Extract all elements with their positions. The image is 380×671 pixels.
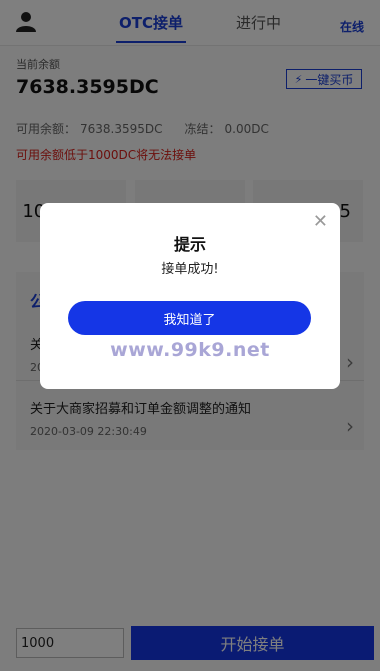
success-dialog: ✕ 提示 接单成功! 我知道了 www.99k9.net [40, 203, 340, 389]
watermark: www.99k9.net [110, 339, 270, 361]
confirm-button[interactable]: 我知道了 [68, 301, 311, 335]
dialog-title: 提示 [173, 235, 206, 254]
dialog-message: 接单成功! [161, 262, 219, 277]
otc-app: OTC接单 进行中 在线 当前余额 7638.3595DC ⚡ 一键买币 可用余… [0, 0, 380, 671]
close-icon[interactable]: ✕ [313, 211, 328, 232]
